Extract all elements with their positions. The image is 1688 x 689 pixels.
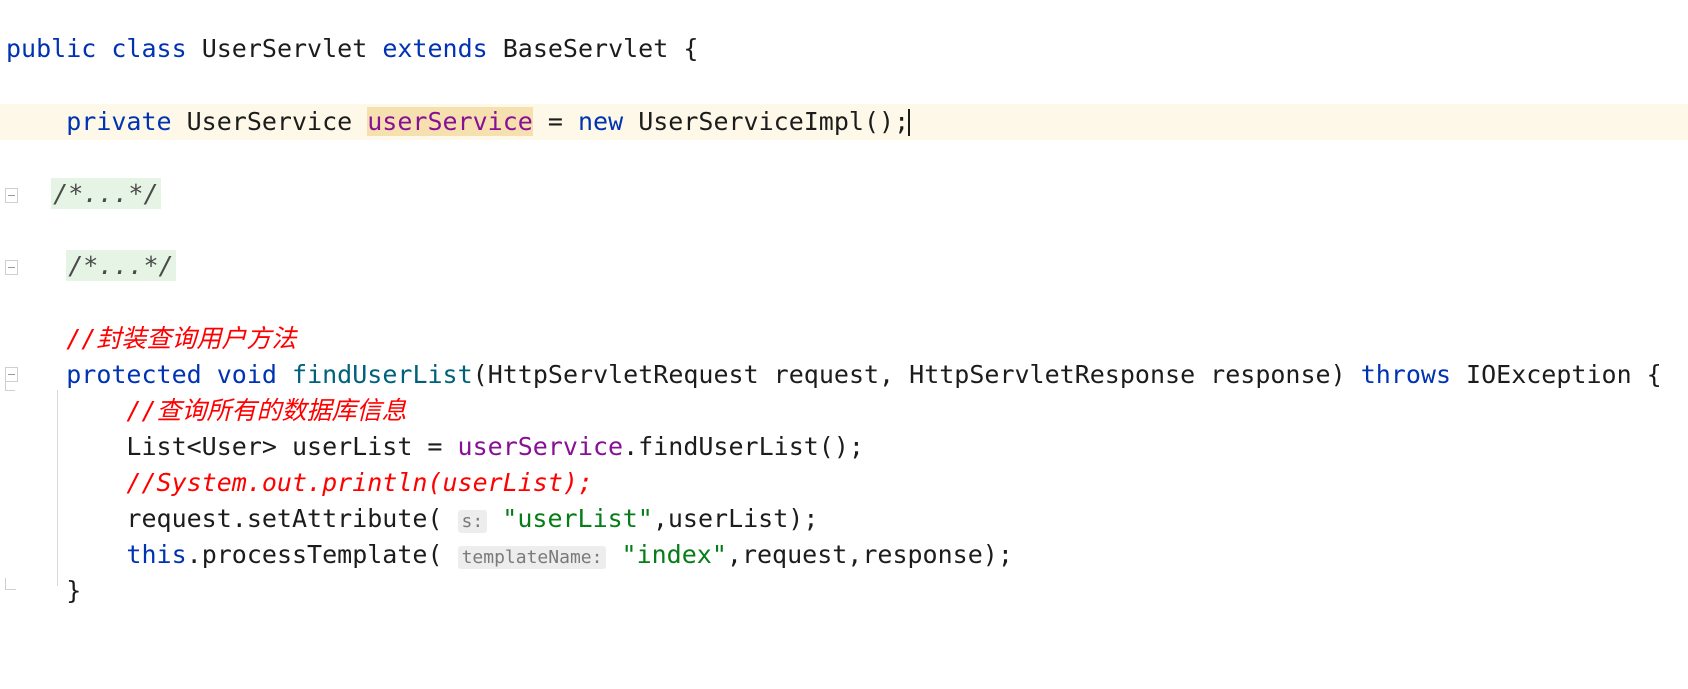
code-line-folded-comment-1[interactable]: /*...*/ [0,176,1688,212]
inlay-parameter-hint-s[interactable]: s: [457,510,488,533]
folded-comment-placeholder[interactable]: /*...*/ [51,178,161,209]
token-string-literal: "index" [621,540,727,569]
token-keyword-extends: extends [382,34,488,63]
code-editor[interactable]: public class UserServlet extends BaseSer… [0,0,1688,689]
token-keyword-public: public [6,34,97,63]
code-line-comment-query-all-db[interactable]: //查询所有的数据库信息 [0,393,1688,429]
code-line-method-signature[interactable]: protected void findUserList(HttpServletR… [0,357,1688,393]
code-line-set-attribute[interactable]: request.setAttribute( s: "userList",user… [0,501,1688,537]
token-keyword-void: void [216,360,277,389]
token-keyword-throws: throws [1360,360,1451,389]
inlay-parameter-hint-template-name[interactable]: templateName: [457,546,607,569]
token-method-call: .findUserList(); [623,432,864,461]
token-constructor-call: UserServiceImpl(); [623,107,910,136]
token-keyword-private: private [66,107,172,136]
code-line-field-userservice[interactable]: private UserService userService = new Us… [0,104,1688,140]
code-line-folded-comment-2[interactable]: /*...*/ [0,248,1688,284]
token-field-type: UserService [171,107,368,136]
token-keyword-protected: protected [66,360,202,389]
token-string-literal: "userList" [502,504,653,533]
token-line-comment: //封装查询用户方法 [66,324,297,353]
token-class-name: UserServlet [186,34,383,63]
token-method-call: .processTemplate( [186,540,458,569]
token-keyword-new: new [577,107,624,136]
token-field-reference: userService [457,432,624,461]
token-line-comment: //System.out.println(userList); [126,468,594,497]
token-superclass-name: BaseServlet { [487,34,699,63]
code-line-class-declaration[interactable]: public class UserServlet extends BaseSer… [0,31,1688,67]
code-line-commented-println[interactable]: //System.out.println(userList); [0,465,1688,501]
token-line-comment: //查询所有的数据库信息 [126,396,407,425]
text-caret [908,109,911,136]
code-line-userlist-assignment[interactable]: List<User> userList = userService.findUs… [0,429,1688,465]
token-method-parameters: (HttpServletRequest request, HttpServlet… [472,360,1361,389]
token-keyword-this: this [126,540,187,569]
token-field-name-highlighted: userService [367,107,533,136]
folded-comment-placeholder[interactable]: /*...*/ [66,250,176,281]
code-line-method-close-brace[interactable]: } [0,573,1688,609]
code-line-comment-find-user-method[interactable]: //封装查询用户方法 [0,321,1688,357]
editor-code-area[interactable]: public class UserServlet extends BaseSer… [0,0,1688,689]
token-keyword-class: class [111,34,187,63]
token-closing-brace: } [6,576,82,605]
token-method-name: findUserList [292,360,473,389]
token-exception-type: IOException { [1451,360,1662,389]
code-line-process-template[interactable]: this.processTemplate( templateName: "ind… [0,537,1688,573]
